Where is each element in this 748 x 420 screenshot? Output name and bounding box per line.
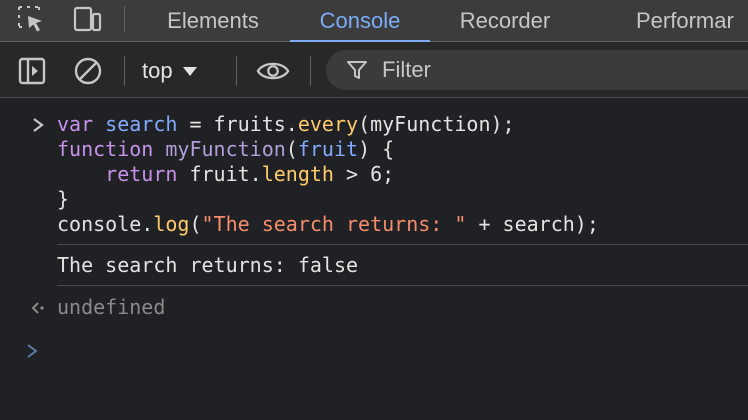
console-log-output: The search returns: false <box>57 253 359 277</box>
tab-label: Performar <box>636 8 734 33</box>
context-label: top <box>142 58 173 83</box>
code-line: } <box>57 187 70 211</box>
code-line: return fruit.length > 6; <box>105 162 395 186</box>
result-arrow-icon <box>31 302 44 314</box>
toolbar-separator <box>236 56 237 86</box>
filter-input[interactable] <box>380 56 684 84</box>
tab-elements[interactable]: Elements <box>150 0 276 42</box>
message-divider <box>57 285 748 286</box>
code-line: function myFunction(fruit) { <box>57 137 395 161</box>
prompt-chevron-icon <box>27 344 38 358</box>
sidebar-toggle-icon[interactable] <box>15 54 49 88</box>
console-toolbar: top <box>0 42 748 98</box>
filter-icon <box>346 59 368 81</box>
tab-console[interactable]: Console <box>290 0 430 43</box>
tab-label: Recorder <box>459 8 551 33</box>
toolbar-separator <box>310 56 311 86</box>
message-divider <box>57 244 748 245</box>
inspect-element-icon[interactable] <box>14 3 48 35</box>
code-line: console.log("The search returns: " + sea… <box>57 212 599 236</box>
devtools-tabbar: Elements Console Recorder Performar <box>0 0 748 43</box>
console-messages[interactable]: var search = fruits.every(myFunction); f… <box>0 98 748 420</box>
code-line: var search = fruits.every(myFunction); <box>57 112 515 136</box>
tabbar-separator <box>124 6 125 32</box>
tab-performance[interactable]: Performar <box>612 0 748 42</box>
console-prompt-input[interactable] <box>57 338 737 364</box>
clear-console-icon[interactable] <box>71 54 105 88</box>
chevron-down-icon <box>182 66 197 76</box>
tab-label: Console <box>319 8 401 33</box>
context-selector[interactable]: top <box>142 54 197 88</box>
filter-box[interactable] <box>326 50 748 90</box>
live-expression-icon[interactable] <box>256 54 290 88</box>
tab-recorder[interactable]: Recorder <box>440 0 570 42</box>
return-value: undefined <box>57 295 166 319</box>
tab-label: Elements <box>167 8 259 33</box>
toolbar-separator <box>124 56 125 86</box>
input-chevron-icon <box>33 118 44 132</box>
device-toolbar-icon[interactable] <box>70 3 104 35</box>
